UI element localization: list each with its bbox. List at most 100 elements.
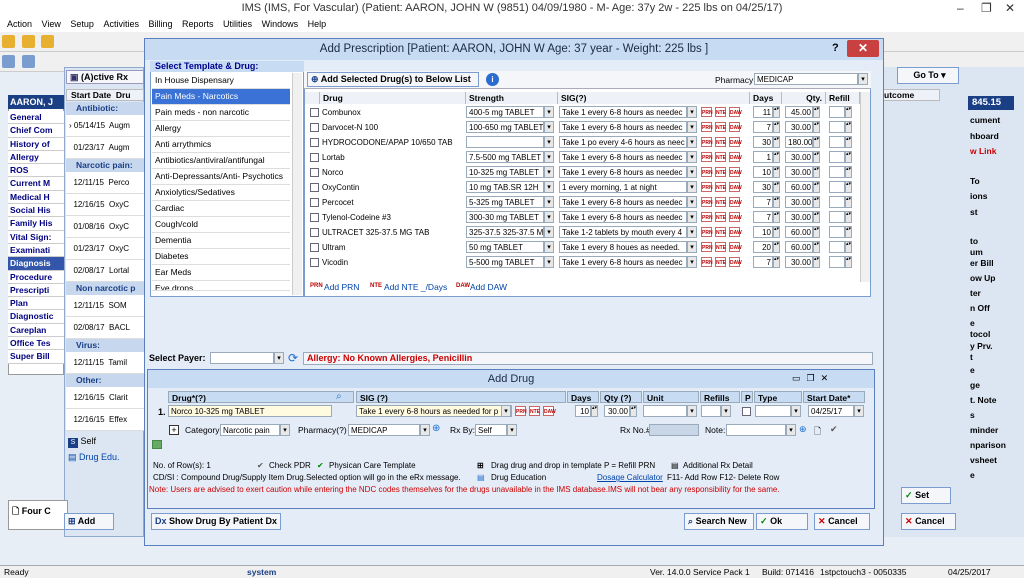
physician-template-link[interactable]: Physican Care Template [329,460,416,471]
days-spinner[interactable]: ▴▾ [773,226,780,238]
refresh-icon[interactable]: ⟳ [288,351,298,365]
close-icon[interactable]: ✕ [821,373,835,383]
note-add-icon[interactable]: ⊕ [799,424,807,435]
schedule-icon[interactable] [21,35,35,48]
rx-row[interactable]: 01/23/17 Augm [66,137,144,159]
drug-checkbox[interactable] [310,123,319,132]
nav-item[interactable]: Examinati [8,243,64,258]
rp-item[interactable]: minder [970,425,1016,436]
template-scrollbar[interactable] [292,73,302,295]
nte-icon[interactable]: NTE [715,122,726,132]
drug-edu-link[interactable]: ▤ Drug Edu. [68,452,120,463]
search-drug-icon[interactable]: ⌕ [336,391,342,402]
days-input[interactable]: 7 [753,121,773,133]
note-check-icon[interactable]: ✔ [830,424,838,435]
refill-spinner[interactable]: ▴▾ [845,106,852,118]
prn-icon[interactable]: PRN [701,227,713,237]
rx-row[interactable]: 12/16/15 Clarit [66,387,144,409]
menu-action[interactable]: Action [7,19,32,29]
nav-item[interactable]: Procedure [8,270,64,284]
add-nte-link[interactable]: Add NTE _/Days [384,282,447,292]
days-spinner[interactable]: ▴▾ [773,256,780,268]
chevron-down-icon[interactable]: ▾ [687,256,697,268]
template-item[interactable]: Antibiotics/antiviral/antifungal [152,153,290,169]
template-item[interactable]: Ear Meds [152,265,290,281]
rp-item[interactable]: st [970,207,1016,218]
pharmacy-search-icon[interactable]: ⊕ [432,423,440,434]
strength-input[interactable]: 5-325 mg TABLET [466,196,544,208]
rp-item[interactable]: ge [970,380,1016,391]
additional-detail-link[interactable]: Additional Rx Detail [683,460,753,471]
chevron-down-icon[interactable]: ▾ [544,226,554,238]
nav-item[interactable]: Chief Com [8,124,64,138]
chevron-down-icon[interactable]: ▾ [544,121,554,133]
chevron-down-icon[interactable]: ▾ [544,256,554,268]
add-selected-button[interactable]: ⊕ Add Selected Drug(s) to Below List [307,72,479,87]
nte-icon[interactable]: NTE [715,242,726,252]
note-doc-icon[interactable]: 🗋 [814,424,821,440]
rp-item[interactable]: er Bill [970,258,1016,269]
daw-icon[interactable]: DAW [729,227,742,237]
nav-item[interactable]: Office Tes [8,337,64,351]
qty-spinner[interactable]: ▴▾ [813,106,820,118]
nav-item[interactable]: Careplan [8,323,64,338]
nav-item[interactable]: Prescripti [8,283,64,298]
help-icon[interactable]: ? [832,42,839,54]
daw-icon[interactable]: DAW [729,197,742,207]
drug-checkbox[interactable] [310,198,319,207]
payer-select[interactable] [210,352,274,364]
rp-item[interactable]: e [970,365,1016,376]
refill-spinner[interactable]: ▴▾ [845,256,852,268]
chevron-down-icon[interactable]: ▾ [544,151,554,163]
daw-icon[interactable]: DAW [729,137,742,147]
prn-icon[interactable]: PRN [701,122,713,132]
chart-icon[interactable] [41,35,55,48]
days-input[interactable]: 7 [753,196,773,208]
daw-icon[interactable]: DAW [729,242,742,252]
strength-input[interactable]: 325-37.5 325-37.5 M [466,226,544,238]
nte-icon[interactable]: NTE [529,406,540,416]
days-input[interactable]: 10 [575,405,591,417]
nav-item[interactable]: Social His [8,204,64,218]
template-item-selected[interactable]: Pain Meds - Narcotics [152,89,290,105]
days-spinner[interactable]: ▴▾ [773,136,780,148]
qty-input[interactable]: 180.00 [785,136,813,148]
prn-icon[interactable]: PRN [701,242,713,252]
sig-input[interactable]: Take 1 every 6-8 hours as needec [559,106,687,118]
rx-row[interactable]: 01/23/17 OxyC [66,238,144,260]
template-item[interactable]: Dementia [152,233,290,249]
chevron-down-icon[interactable]: ▾ [791,405,801,417]
strength-input[interactable]: 5-500 mg TABLET [466,256,544,268]
chevron-down-icon[interactable]: ▾ [501,405,511,417]
qty-input[interactable]: 30.00 [785,196,813,208]
refill-input[interactable] [829,166,845,178]
chevron-down-icon[interactable]: ▾ [854,405,864,417]
chevron-down-icon[interactable]: ▾ [687,226,697,238]
refill-spinner[interactable]: ▴▾ [845,211,852,223]
expand-icon[interactable]: + [169,425,179,435]
refill-spinner[interactable]: ▴▾ [845,181,852,193]
daw-icon[interactable]: DAW [729,167,742,177]
drug-checkbox[interactable] [310,213,319,222]
sig-input[interactable]: Take 1 every 6-8 hours as needec [559,151,687,163]
prn-icon[interactable]: PRN [701,137,713,147]
template-item[interactable]: Anti arrythmics [152,137,290,153]
chevron-down-icon[interactable]: ▾ [544,196,554,208]
type-select[interactable] [755,405,791,417]
nav-item[interactable]: Family His [8,217,64,231]
category-select[interactable]: Narcotic pain [220,424,280,436]
nav-item[interactable]: Medical H [8,190,64,205]
strength-input[interactable]: 10 mg TAB.SR 12H [466,181,544,193]
daw-icon[interactable]: DAW [729,107,742,117]
refills-input[interactable] [701,405,721,417]
refill-spinner[interactable]: ▴▾ [845,136,852,148]
refill-input[interactable] [829,241,845,253]
strength-input[interactable]: 400-5 mg TABLET [466,106,544,118]
qty-spinner[interactable]: ▴▾ [813,256,820,268]
nav-item-selected[interactable]: Diagnosis [8,257,64,271]
pharmacy-select[interactable]: MEDICAP [348,424,420,436]
days-spinner[interactable]: ▴▾ [773,166,780,178]
qty-input[interactable]: 60.00 [785,181,813,193]
template-item[interactable]: Pain meds - non narcotic [152,105,290,121]
sig-input[interactable]: Take 1 every 6-8 hours as needec [559,211,687,223]
